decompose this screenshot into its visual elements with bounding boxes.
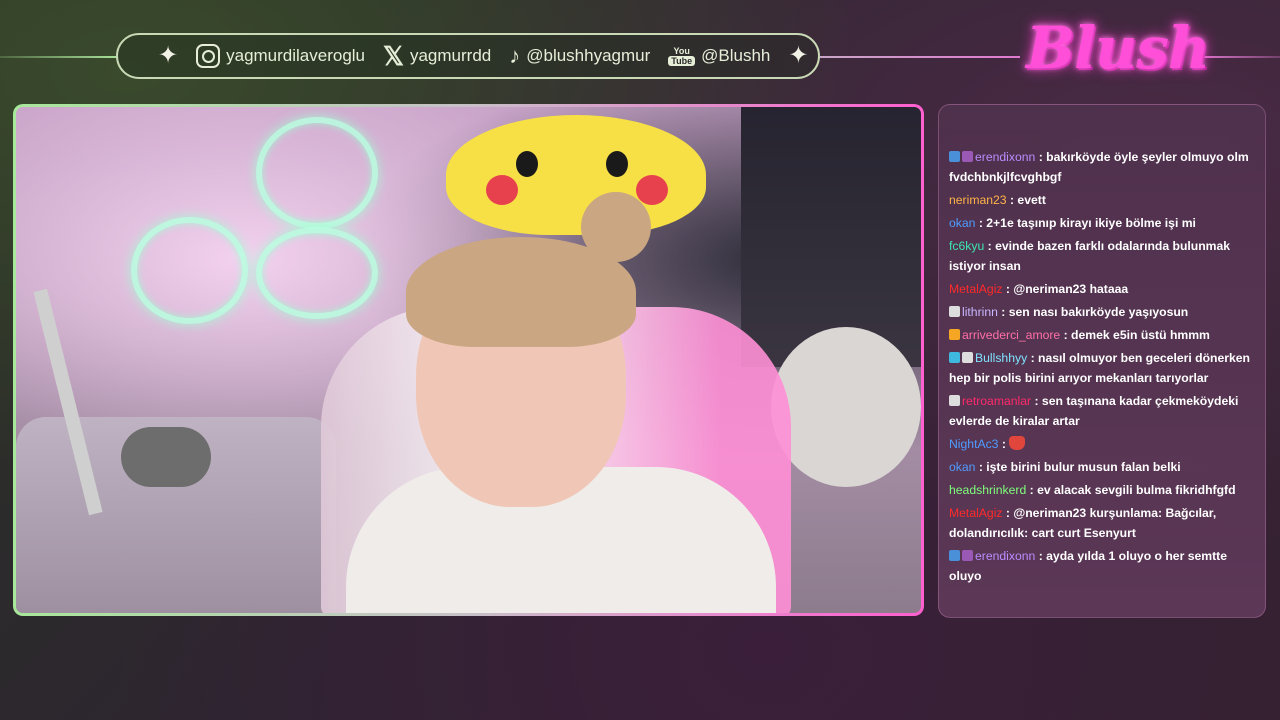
plush-cheek	[486, 175, 518, 205]
chat-badge-icon	[949, 306, 960, 317]
round-chair	[771, 327, 921, 487]
chat-message-text: : @neriman23 hataaa	[1005, 282, 1129, 296]
chat-message-text: :	[1001, 437, 1006, 451]
chat-badge-icon	[962, 352, 973, 363]
top-decor-line-right	[820, 56, 1020, 58]
chat-username[interactable]: Bullshhyy	[975, 351, 1027, 365]
social-tiktok: ♪ @blushhyagmur	[509, 43, 650, 69]
plush-eye	[606, 151, 628, 177]
chat-badge-icon	[949, 550, 960, 561]
x-icon: 𝕏	[383, 40, 404, 71]
chat-badge-icon	[962, 151, 973, 162]
microphone	[121, 427, 211, 487]
chat-badge-icon	[949, 352, 960, 363]
chat-badge-icon	[949, 395, 960, 406]
chat-badge-icon	[949, 329, 960, 340]
chat-message: okan : 2+1e taşınıp kirayı ikiye bölme i…	[949, 213, 1255, 233]
pikachu-plush	[446, 115, 706, 235]
chat-message: retroamanlar : sen taşınana kadar çekmek…	[949, 391, 1255, 431]
chat-message: okan : işte birini bulur musun falan bel…	[949, 457, 1255, 477]
chat-message-text: : evinde bazen farklı odalarında bulunma…	[949, 239, 1231, 273]
instagram-handle: yagmurdilaveroglu	[226, 46, 366, 65]
chat-message-text: : ev alacak sevgili bulma fikridhfgfd	[1029, 483, 1236, 497]
chat-badge-icon	[949, 151, 960, 162]
chat-username[interactable]: NightAc3	[949, 437, 998, 451]
chat-username[interactable]: okan	[949, 460, 975, 474]
top-decor-line-left	[0, 56, 118, 58]
chat-badge-icon	[962, 550, 973, 561]
chat-panel: erendixonn : bakırköyde öyle şeyler olmu…	[938, 104, 1266, 618]
chat-username[interactable]: erendixonn	[975, 549, 1035, 563]
chat-username[interactable]: arrivederci_amore	[962, 328, 1060, 342]
chat-message: erendixonn : ayda yılda 1 oluyo o her se…	[949, 546, 1255, 586]
neon-smiley-decoration	[256, 117, 378, 229]
chat-username[interactable]: fc6kyu	[949, 239, 984, 253]
sparkle-icon: ✦	[158, 42, 179, 69]
neon-smiley-decoration	[131, 217, 248, 324]
instagram-icon	[196, 44, 221, 68]
chat-list: erendixonn : bakırköyde öyle şeyler olmu…	[949, 147, 1255, 586]
social-x: 𝕏 yagmurrdd	[383, 41, 491, 72]
social-bar: ✦ yagmurdilaveroglu 𝕏 yagmurrdd ♪ @blush…	[116, 33, 820, 79]
streamer	[346, 192, 776, 613]
streamer-hair-bun	[581, 192, 651, 262]
chat-message: erendixonn : bakırköyde öyle şeyler olmu…	[949, 147, 1255, 187]
x-handle: yagmurrdd	[409, 46, 492, 65]
chat-username[interactable]: lithrinn	[962, 305, 998, 319]
chat-message: arrivederci_amore : demek e5in üstü hmmm	[949, 325, 1255, 345]
chat-message: lithrinn : sen nası bakırköyde yaşıyosun	[949, 302, 1255, 322]
chat-username[interactable]: MetalAgiz	[949, 506, 1003, 520]
youtube-icon: You Tube	[668, 46, 696, 66]
webcam-frame	[13, 104, 924, 616]
chat-message: headshrinkerd : ev alacak sevgili bulma …	[949, 480, 1255, 500]
tiktok-handle: @blushhyagmur	[526, 46, 651, 65]
chat-username[interactable]: retroamanlar	[962, 394, 1031, 408]
chat-message: fc6kyu : evinde bazen farklı odalarında …	[949, 236, 1255, 276]
plush-cheek	[636, 175, 668, 205]
chat-message-text: : demek e5in üstü hmmm	[1063, 328, 1210, 342]
chat-username[interactable]: neriman23	[949, 193, 1007, 207]
chat-username[interactable]: MetalAgiz	[949, 282, 1003, 296]
chat-message: MetalAgiz : @neriman23 hataaa	[949, 279, 1255, 299]
webcam-feed	[16, 107, 921, 613]
chat-message-text: : evett	[1009, 193, 1046, 207]
social-instagram: yagmurdilaveroglu	[196, 44, 365, 68]
emote-icon	[1009, 436, 1026, 450]
blush-logo: Blush	[1026, 14, 1210, 82]
chat-message: Bullshhyy : nasıl olmuyor ben geceleri d…	[949, 348, 1255, 388]
chat-message: MetalAgiz : @neriman23 kurşunlama: Bağcı…	[949, 503, 1255, 543]
chat-message-text: : sen nası bakırköyde yaşıyosun	[1001, 305, 1189, 319]
chat-message-text: : işte birini bulur musun falan belki	[978, 460, 1181, 474]
chat-username[interactable]: okan	[949, 216, 975, 230]
chat-username[interactable]: headshrinkerd	[949, 483, 1026, 497]
chat-username[interactable]: erendixonn	[975, 150, 1035, 164]
youtube-handle: @Blushh	[701, 46, 771, 65]
sparkle-icon: ✦	[788, 42, 809, 69]
top-decor-line-far-right	[1198, 56, 1280, 58]
plush-eye	[516, 151, 538, 177]
chat-message: neriman23 : evett	[949, 190, 1255, 210]
chat-message-text: : 2+1e taşınıp kirayı ikiye bölme işi mi	[978, 216, 1196, 230]
chat-message: NightAc3 :	[949, 434, 1255, 454]
social-youtube: You Tube @Blushh	[668, 46, 770, 66]
tiktok-icon: ♪	[509, 43, 521, 68]
